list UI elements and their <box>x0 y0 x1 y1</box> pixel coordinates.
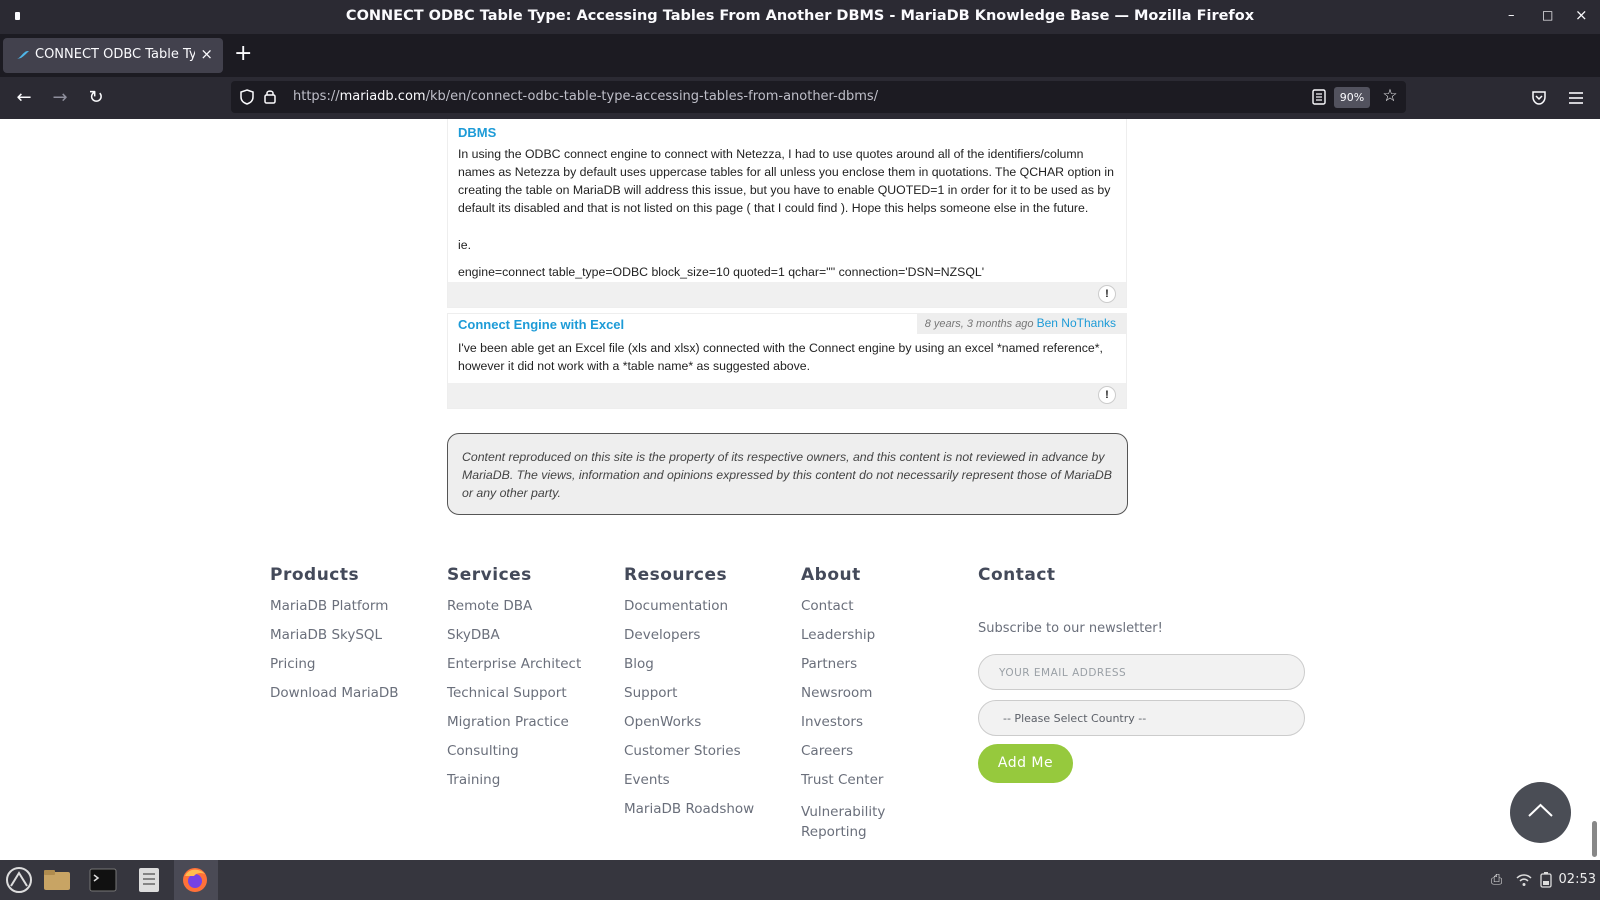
page-viewport: DBMS In using the ODBC connect engine to… <box>0 119 1600 860</box>
window-title: CONNECT ODBC Table Type: Accessing Table… <box>345 8 1255 24</box>
footer-heading: Resources <box>624 565 728 585</box>
url-text[interactable]: https://mariadb.com/kb/en/connect-odbc-t… <box>293 89 878 104</box>
footer-link[interactable]: Trust Center <box>801 773 911 802</box>
footer-link[interactable]: Investors <box>801 715 911 744</box>
footer-services: Services Remote DBA SkyDBA Enterprise Ar… <box>447 565 581 802</box>
new-tab-button[interactable]: + <box>234 41 252 66</box>
scroll-to-top-button[interactable] <box>1510 782 1571 843</box>
footer-link[interactable]: Events <box>624 773 754 802</box>
printer-icon[interactable]: ⎙ <box>1491 872 1502 888</box>
tab-bar: CONNECT ODBC Table Type × + <box>0 34 1600 77</box>
firefox-icon[interactable] <box>178 864 212 896</box>
comment-title-link[interactable]: DBMS <box>458 125 496 140</box>
footer-link[interactable]: Vulnerability Reporting <box>801 802 911 842</box>
back-arrow-icon[interactable]: ← <box>13 87 35 109</box>
comment-card: Connect Engine with Excel 8 years, 3 mon… <box>447 313 1127 409</box>
country-select[interactable]: -- Please Select Country -- <box>978 700 1305 736</box>
hamburger-menu-icon[interactable] <box>1568 91 1584 105</box>
footer-link[interactable]: Customer Stories <box>624 744 754 773</box>
text-editor-icon[interactable] <box>132 864 166 896</box>
footer-link[interactable]: MariaDB Roadshow <box>624 802 754 831</box>
comment-body: I've been able get an Excel file (xls an… <box>458 341 1103 373</box>
footer-about: About Contact Leadership Partners Newsro… <box>801 565 911 842</box>
newsletter-label: Subscribe to our newsletter! <box>978 621 1163 636</box>
comment-card: DBMS In using the ODBC connect engine to… <box>447 119 1127 308</box>
add-me-button[interactable]: Add Me <box>978 744 1073 783</box>
os-taskbar: ⎙ 02:53 <box>0 860 1600 900</box>
zoom-level-button[interactable]: 90% <box>1334 87 1370 108</box>
footer-heading: Contact <box>978 565 1056 585</box>
footer-link[interactable]: Blog <box>624 657 754 686</box>
footer-heading: About <box>801 565 861 585</box>
footer-heading: Products <box>270 565 360 585</box>
clock: 02:53 <box>1558 872 1596 887</box>
scrollbar-thumb[interactable] <box>1592 821 1597 857</box>
comment-title-link[interactable]: Connect Engine with Excel <box>458 317 624 332</box>
reader-view-icon[interactable] <box>1312 89 1326 105</box>
footer-contact: Contact <box>978 565 1056 599</box>
footer-resources: Resources Documentation Developers Blog … <box>624 565 754 831</box>
disclaimer-box: Content reproduced on this site is the p… <box>447 433 1128 515</box>
navigation-toolbar: ← → ↻ https://mariadb.com/kb/en/connect-… <box>0 77 1600 119</box>
reload-icon[interactable]: ↻ <box>85 87 107 109</box>
comment-body: ie. <box>458 238 471 252</box>
comment-footer: ! <box>448 383 1126 408</box>
report-flag-icon[interactable]: ! <box>1098 285 1116 303</box>
report-flag-icon[interactable]: ! <box>1098 386 1116 404</box>
footer-link[interactable]: Support <box>624 686 754 715</box>
close-window-button[interactable]: × <box>1575 6 1588 24</box>
window-titlebar: CONNECT ODBC Table Type: Accessing Table… <box>0 0 1600 34</box>
footer-link[interactable]: Contact <box>801 599 911 628</box>
footer-link[interactable]: Newsroom <box>801 686 911 715</box>
footer-heading: Services <box>447 565 532 585</box>
mariadb-favicon-icon <box>17 51 29 59</box>
comment-author-link[interactable]: Ben NoThanks <box>1037 316 1116 330</box>
comment-timestamp: 8 years, 3 months ago <box>924 318 1034 330</box>
minimize-button[interactable]: – <box>1508 8 1515 23</box>
footer-link[interactable]: Remote DBA <box>447 599 581 628</box>
footer-link[interactable]: MariaDB SkySQL <box>270 628 399 657</box>
footer-link[interactable]: Careers <box>801 744 911 773</box>
footer-link[interactable]: Enterprise Architect <box>447 657 581 686</box>
footer-link[interactable]: MariaDB Platform <box>270 599 399 628</box>
footer-link[interactable]: Training <box>447 773 581 802</box>
footer-link[interactable]: Migration Practice <box>447 715 581 744</box>
footer-link[interactable]: Leadership <box>801 628 911 657</box>
start-menu-icon[interactable] <box>2 864 36 896</box>
footer-link[interactable]: Technical Support <box>447 686 581 715</box>
tab-label: CONNECT ODBC Table Type <box>35 47 195 62</box>
maximize-button[interactable]: □ <box>1542 8 1553 22</box>
file-manager-icon[interactable] <box>40 864 74 896</box>
footer-link[interactable]: Consulting <box>447 744 581 773</box>
footer-link[interactable]: Download MariaDB <box>270 686 399 715</box>
footer-link[interactable]: Pricing <box>270 657 399 686</box>
tab-close-icon[interactable]: × <box>200 45 213 63</box>
comment-code: engine=connect table_type=ODBC block_siz… <box>458 265 985 279</box>
footer-link[interactable]: SkyDBA <box>447 628 581 657</box>
email-field[interactable]: YOUR EMAIL ADDRESS <box>978 654 1305 690</box>
wifi-icon[interactable] <box>1516 873 1532 887</box>
tab-connect-odbc[interactable]: CONNECT ODBC Table Type × <box>3 38 223 73</box>
lock-icon[interactable] <box>264 89 276 104</box>
comment-footer: ! <box>448 282 1126 307</box>
footer-products: Products MariaDB Platform MariaDB SkySQL… <box>270 565 399 715</box>
footer-link[interactable]: Developers <box>624 628 754 657</box>
terminal-icon[interactable] <box>86 864 120 896</box>
comment-body: In using the ODBC connect engine to conn… <box>458 147 1114 215</box>
footer-link[interactable]: Documentation <box>624 599 754 628</box>
footer-link[interactable]: OpenWorks <box>624 715 754 744</box>
chevron-up-icon <box>1528 803 1553 817</box>
bookmark-star-icon[interactable]: ☆ <box>1379 85 1401 107</box>
battery-icon[interactable] <box>1540 872 1552 888</box>
forward-arrow-icon[interactable]: → <box>49 87 71 109</box>
url-bar[interactable]: https://mariadb.com/kb/en/connect-odbc-t… <box>231 81 1406 113</box>
comment-meta: 8 years, 3 months ago Ben NoThanks <box>916 314 1126 334</box>
tracking-shield-icon[interactable] <box>240 89 254 105</box>
pocket-icon[interactable] <box>1531 90 1547 106</box>
footer-link[interactable]: Partners <box>801 657 911 686</box>
